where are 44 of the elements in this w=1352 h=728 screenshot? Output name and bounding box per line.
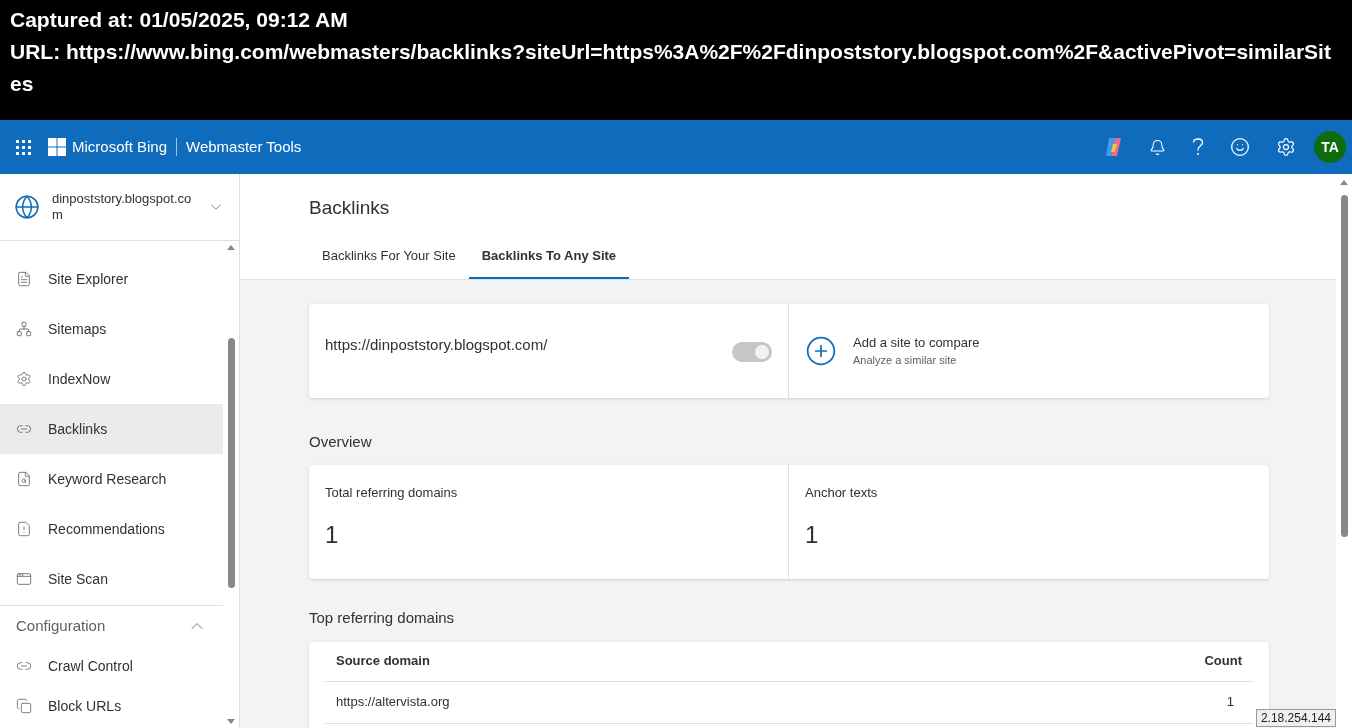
windows-logo-icon bbox=[48, 138, 66, 156]
scrollbar-thumb[interactable] bbox=[1340, 195, 1348, 537]
stat-value: 1 bbox=[805, 519, 820, 550]
site-url: https://dinpoststory.blogspot.com/ bbox=[325, 334, 548, 355]
tab[interactable]: Backlinks To Any Site bbox=[468, 234, 630, 279]
table-cell-text: https://altervista.org bbox=[336, 693, 451, 712]
section-header[interactable]: Configuration bbox=[0, 606, 223, 646]
section-title: Top referring domains bbox=[309, 608, 456, 628]
column-header[interactable]: Source domain bbox=[336, 651, 430, 671]
feedback-smiley-icon[interactable] bbox=[1230, 137, 1250, 157]
site-selector[interactable]: dinpoststory.blogspot.com bbox=[0, 174, 239, 241]
table-cell-text: 1 bbox=[1226, 693, 1235, 712]
gear-icon bbox=[16, 371, 32, 387]
document-warning-icon bbox=[16, 521, 32, 537]
globe-icon bbox=[14, 194, 40, 220]
capture-url: URL: https://www.bing.com/webmasters/backlinks?siteUrl=https%3A%2F%2Fdinpoststory.blogspot.com%2F&activePivot=similarSites bbox=[10, 39, 1332, 97]
scrollbar-thumb[interactable] bbox=[227, 338, 235, 588]
add-site-title: Add a site to compare bbox=[853, 333, 980, 352]
notification-icon[interactable] bbox=[1149, 138, 1166, 156]
add-site-subtitle: Analyze a similar site bbox=[853, 353, 958, 368]
stat-value: 1 bbox=[325, 519, 340, 550]
hierarchy-icon bbox=[16, 321, 32, 337]
window-icon bbox=[16, 571, 32, 587]
stat-label: Anchor texts bbox=[805, 484, 879, 502]
add-circle-icon bbox=[805, 334, 837, 367]
stat-label: Total referring domains bbox=[325, 484, 459, 502]
brand-name[interactable]: Microsoft Bing bbox=[72, 135, 168, 159]
document-icon bbox=[16, 471, 32, 487]
user-avatar[interactable]: TA bbox=[1314, 131, 1346, 163]
product-name[interactable]: Webmaster Tools bbox=[186, 135, 302, 159]
nav-item[interactable]: Backlinks bbox=[0, 404, 223, 454]
section-title: Overview bbox=[309, 431, 373, 452]
app-launcher-icon[interactable] bbox=[15, 139, 31, 155]
page-title: Backlinks bbox=[309, 196, 391, 220]
scroll-down-icon[interactable] bbox=[227, 719, 235, 724]
capture-time: Captured at: 01/05/2025, 09:12 AM bbox=[10, 7, 349, 33]
settings-icon[interactable] bbox=[1276, 137, 1296, 157]
ip-tooltip: 2.18.254.144 bbox=[1255, 709, 1336, 727]
scroll-up-icon[interactable] bbox=[227, 245, 235, 250]
help-icon[interactable] bbox=[1192, 138, 1204, 156]
column-header[interactable]: Count bbox=[1204, 651, 1242, 671]
document-icon bbox=[16, 271, 32, 287]
tab[interactable]: Backlinks For Your Site bbox=[309, 234, 469, 279]
scroll-up-icon[interactable] bbox=[1340, 180, 1348, 185]
